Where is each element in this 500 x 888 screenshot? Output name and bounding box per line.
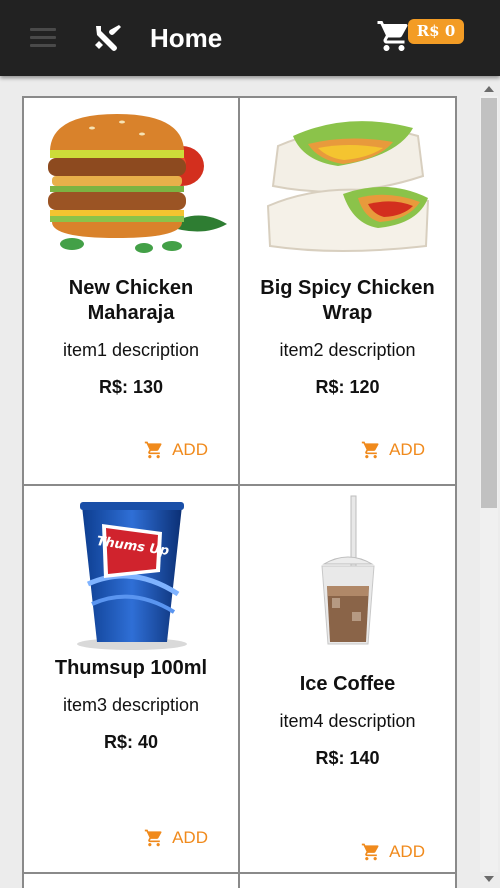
product-price: R$: 130 <box>98 377 164 397</box>
product-card: Ice Coffee item4 description R$: 140 ADD <box>240 486 457 874</box>
add-to-cart-button[interactable]: ADD <box>361 440 425 460</box>
burger-image <box>48 114 227 253</box>
product-description: item1 description <box>62 340 200 360</box>
add-to-cart-button[interactable]: ADD <box>361 842 425 862</box>
product-list: New Chicken Maharaja item1 description R… <box>0 76 500 888</box>
add-to-cart-button[interactable]: ADD <box>144 828 208 848</box>
product-grid: New Chicken Maharaja item1 description R… <box>22 96 457 888</box>
product-description: item3 description <box>62 695 200 715</box>
wrap-image <box>266 121 430 252</box>
product-price: R$: 120 <box>315 377 380 397</box>
iced-coffee-image <box>321 495 375 645</box>
product-card: New Chicken Maharaja item1 description R… <box>24 98 240 486</box>
app-bar: Home R$ 0 <box>0 0 500 76</box>
hamburger-menu-icon[interactable] <box>30 28 56 48</box>
fork-knife-icon <box>95 25 121 51</box>
product-card: Thums Up Thumsup 100ml item3 description… <box>24 486 240 874</box>
product-name: Thumsup 100ml <box>54 657 208 679</box>
scroll-down-arrow-icon[interactable] <box>484 876 494 882</box>
scrollbar[interactable] <box>480 80 498 888</box>
cart-total-badge[interactable]: R$ 0 <box>408 19 464 44</box>
add-label: ADD <box>389 842 425 861</box>
product-price: R$: 40 <box>103 732 159 752</box>
product-card <box>240 874 457 888</box>
add-label: ADD <box>389 440 425 459</box>
page-title: Home <box>150 23 223 53</box>
add-label: ADD <box>172 440 208 459</box>
add-cart-icon <box>361 843 379 861</box>
product-description: item4 description <box>279 711 416 731</box>
add-to-cart-button[interactable]: ADD <box>144 440 208 460</box>
product-description: item2 description <box>279 340 416 360</box>
soda-cup-image: Thums Up <box>77 502 187 650</box>
add-cart-icon <box>361 441 379 459</box>
add-cart-icon <box>144 829 162 847</box>
add-cart-icon <box>144 441 162 459</box>
scroll-thumb[interactable] <box>481 98 497 508</box>
scroll-up-arrow-icon[interactable] <box>484 86 494 92</box>
product-name: Big Spicy Chicken Wrap <box>260 277 435 324</box>
product-name: Ice Coffee <box>299 673 396 695</box>
product-name: New Chicken Maharaja <box>68 277 194 324</box>
add-label: ADD <box>172 828 208 847</box>
product-price: R$: 140 <box>315 748 380 768</box>
product-card <box>24 874 240 888</box>
product-card: Big Spicy Chicken Wrap item2 description… <box>240 98 457 486</box>
